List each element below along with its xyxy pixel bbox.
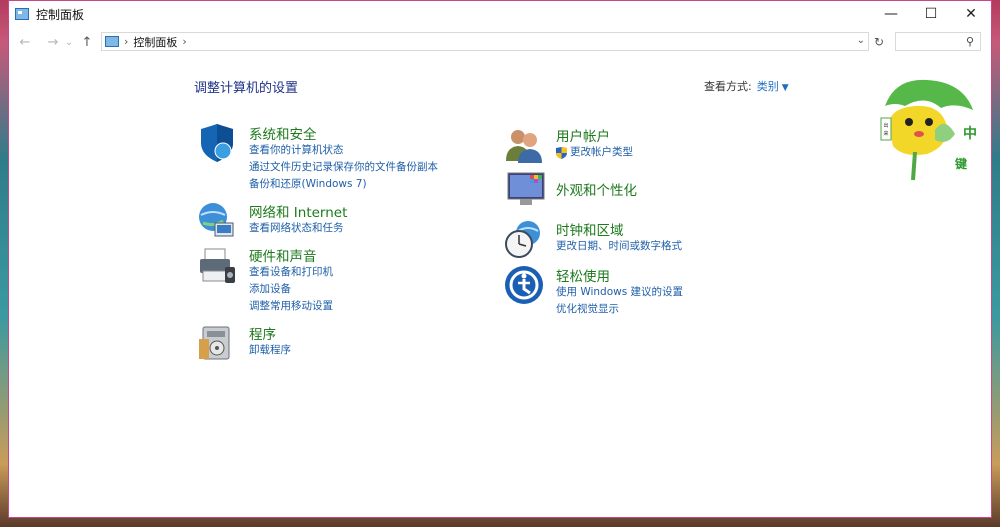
minimize-button[interactable]: — <box>871 1 911 27</box>
category-title[interactable]: 时钟和区域 <box>556 219 624 239</box>
link-file-history-backup[interactable]: 通过文件历史记录保存你的文件备份副本 <box>249 159 438 176</box>
globe-network-icon[interactable] <box>197 201 237 241</box>
category-title[interactable]: 网络和 Internet <box>249 201 347 221</box>
control-panel-icon <box>105 36 119 47</box>
paw-print-icon <box>841 413 874 441</box>
link-devices-printers[interactable]: 查看设备和打印机 <box>249 264 333 281</box>
uac-shield-icon <box>556 146 567 159</box>
category-title[interactable]: 轻松使用 <box>556 265 610 285</box>
title-bar[interactable]: 控制面板 — ☐ ✕ <box>9 1 991 27</box>
forward-button[interactable]: → <box>43 32 63 52</box>
mascot-text-2: 键 <box>954 156 967 171</box>
baidu-jingyan-watermark: Baidu 经验 jingyan.baidu.com <box>755 412 955 512</box>
category-links: 查看网络状态和任务 <box>249 220 344 237</box>
view-by-dropdown[interactable]: 类别 <box>757 80 779 93</box>
link-change-date-time-format[interactable]: 更改日期、时间或数字格式 <box>556 238 682 255</box>
navigation-bar: ← → ⌄ ↑ › 控制面板 › ⌄ ↻ ⚲ <box>9 27 991 57</box>
clock-globe-icon[interactable] <box>504 219 544 259</box>
page-title: 调整计算机的设置 <box>194 81 299 96</box>
recent-locations-button[interactable]: ⌄ <box>63 32 75 52</box>
category-links: 更改日期、时间或数字格式 <box>556 238 682 255</box>
view-by: 查看方式: 类别 ▼ <box>704 78 789 94</box>
mascot-small-text-top: 出 <box>883 122 888 129</box>
mascot-sticker-image: 出 来 中 键 <box>880 79 977 181</box>
link-uninstall-program[interactable]: 卸载程序 <box>249 342 291 359</box>
search-icon[interactable]: ⚲ <box>966 35 974 48</box>
category-title[interactable]: 外观和个性化 <box>556 179 637 199</box>
window-controls: — ☐ ✕ <box>871 1 991 27</box>
breadcrumb-chevron-icon[interactable]: › <box>182 35 186 48</box>
mascot-small-text-bottom: 来 <box>883 131 888 137</box>
users-icon[interactable] <box>504 125 544 165</box>
ease-of-access-icon[interactable] <box>504 265 544 305</box>
monitor-icon[interactable] <box>504 169 548 209</box>
category-title[interactable]: 硬件和声音 <box>249 245 317 265</box>
refresh-button[interactable]: ↻ <box>871 32 887 51</box>
control-panel-icon <box>15 8 29 20</box>
watermark-cn: 经验 <box>881 446 941 481</box>
up-button[interactable]: ↑ <box>77 32 97 52</box>
link-change-account-type[interactable]: 更改帐户类型 <box>556 144 633 161</box>
category-links: 卸载程序 <box>249 342 291 359</box>
view-by-label: 查看方式: <box>704 80 752 93</box>
dropdown-arrow-icon[interactable]: ▼ <box>782 83 789 93</box>
shield-icon[interactable] <box>197 123 237 163</box>
category-title[interactable]: 系统和安全 <box>249 123 317 143</box>
category-title[interactable]: 程序 <box>249 323 276 343</box>
category-links: 查看你的计算机状态 通过文件历史记录保存你的文件备份副本 备份和还原(Windo… <box>249 142 438 193</box>
category-title[interactable]: 用户帐户 <box>556 125 610 145</box>
close-button[interactable]: ✕ <box>951 1 991 27</box>
link-mobility-settings[interactable]: 调整常用移动设置 <box>249 298 333 315</box>
breadcrumb-control-panel[interactable]: 控制面板 <box>133 34 177 50</box>
search-input[interactable] <box>896 34 966 49</box>
programs-icon[interactable] <box>197 323 237 363</box>
link-optimize-visual-display[interactable]: 优化视觉显示 <box>556 301 683 318</box>
link-backup-restore[interactable]: 备份和还原(Windows 7) <box>249 176 438 193</box>
watermark-url: jingyan.baidu.com <box>773 484 930 504</box>
mascot-text-1: 中 <box>963 125 977 142</box>
address-dropdown-icon[interactable]: ⌄ <box>857 35 865 46</box>
link-add-device[interactable]: 添加设备 <box>249 281 333 298</box>
link-network-status[interactable]: 查看网络状态和任务 <box>249 220 344 237</box>
link-recommended-settings[interactable]: 使用 Windows 建议的设置 <box>556 284 683 301</box>
search-box[interactable]: ⚲ <box>895 32 981 51</box>
link-view-computer-status[interactable]: 查看你的计算机状态 <box>249 142 438 159</box>
link-change-account-type-label: 更改帐户类型 <box>570 146 633 158</box>
printer-icon[interactable] <box>197 245 237 285</box>
address-bar[interactable]: › 控制面板 › ⌄ <box>101 32 869 51</box>
breadcrumb-chevron-icon[interactable]: › <box>124 35 128 48</box>
category-links: 使用 Windows 建议的设置 优化视觉显示 <box>556 284 683 318</box>
category-links: 查看设备和打印机 添加设备 调整常用移动设置 <box>249 264 333 315</box>
maximize-button[interactable]: ☐ <box>911 1 951 27</box>
window-title: 控制面板 <box>36 7 85 22</box>
category-links: 更改帐户类型 <box>556 144 633 161</box>
back-button[interactable]: ← <box>15 32 35 52</box>
